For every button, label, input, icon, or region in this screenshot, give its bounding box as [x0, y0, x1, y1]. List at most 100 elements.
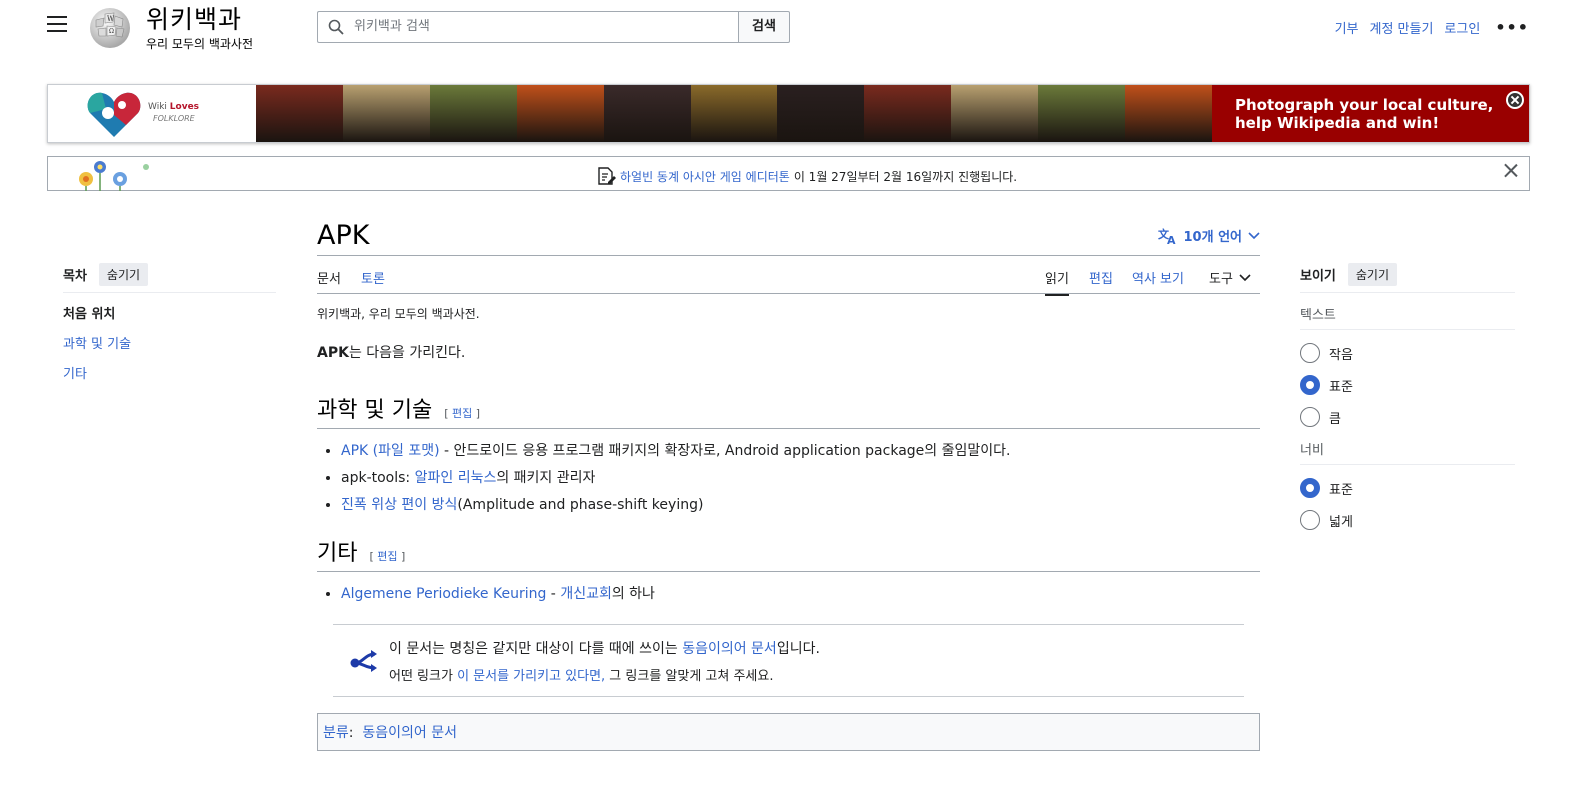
list-item: APK (파일 포맷) - 안드로이드 응용 프로그램 패키지의 확장자로, A… [341, 438, 1260, 465]
page-title: APK [317, 220, 370, 251]
tab-tools[interactable]: 도구 [1209, 268, 1251, 287]
section-heading-science-tech: 과학 및 기술 [ 편집 ] [317, 392, 1260, 429]
toc-title: 목차 [63, 268, 87, 284]
table-of-contents: 목차 숨기기 처음 위치 과학 및 기술 기타 [63, 262, 276, 393]
site-header: W Ω 위키백과 우리 모두의 백과사전 위키백과 검색 검색 기부 계정 만들… [0, 0, 1577, 56]
list-item: 진폭 위상 편이 방식(Amplitude and phase-shift ke… [341, 492, 1260, 519]
list-item: Algemene Periodieke Keuring - 개신교회의 하나 [341, 581, 1260, 608]
banner-cta-line1: Photograph your local culture, [1235, 96, 1494, 114]
section-edit: [ 편집 ] [444, 407, 481, 420]
create-account-link[interactable]: 계정 만들기 [1369, 18, 1433, 37]
item-link[interactable]: 개신교회 [560, 586, 612, 602]
notice-link[interactable]: 하얼빈 동계 아시안 게임 에디터톤 [620, 168, 790, 185]
toc-item-science-tech[interactable]: 과학 및 기술 [63, 333, 276, 363]
banner-call-to-action[interactable]: Photograph your local culture, help Wiki… [1212, 85, 1529, 142]
site-tagline: 우리 모두의 백과사전 [146, 37, 253, 51]
toc-list: 처음 위치 과학 및 기술 기타 [63, 303, 276, 393]
search-icon [328, 19, 344, 35]
banner-photo [429, 85, 517, 142]
intro-text: 는 다음을 가리킨다. [348, 345, 466, 361]
wikipedia-globe-logo[interactable]: W Ω [86, 4, 136, 50]
radio-button-checked[interactable] [1300, 478, 1320, 498]
disambiguation-icon [350, 650, 377, 672]
section-edit-link[interactable]: 편집 [377, 550, 397, 563]
more-options-icon[interactable]: ••• [1495, 18, 1529, 37]
disambiguation-link[interactable]: 동음이의어 문서 [682, 641, 777, 657]
article-content: APK 文 A 10개 언어 문서 토론 읽기 편집 역사 보기 도구 위키백과… [317, 218, 1260, 751]
tab-article[interactable]: 문서 [317, 268, 341, 287]
section-heading-other: 기타 [ 편집 ] [317, 535, 1260, 572]
item-link[interactable]: 진폭 위상 편이 방식 [341, 497, 457, 513]
svg-text:Ω: Ω [109, 28, 114, 35]
banner-photo [516, 85, 604, 142]
radio-button[interactable] [1300, 407, 1320, 427]
other-list: Algemene Periodieke Keuring - 개신교회의 하나 [341, 581, 1260, 608]
banner-close-icon[interactable] [1506, 91, 1524, 109]
puzzle-heart-icon [87, 92, 141, 137]
appearance-panel: 보이기 숨기기 텍스트 작음 표준 큼 너비 표준 넓게 [1300, 262, 1515, 536]
item-text: - [546, 586, 561, 602]
category-links: 분류: 동음이의어 문서 [317, 713, 1260, 751]
svg-text:A: A [1167, 234, 1176, 245]
site-wordmark[interactable]: 위키백과 [146, 0, 242, 36]
text-size-small[interactable]: 작음 [1300, 337, 1515, 369]
appearance-header: 보이기 숨기기 [1300, 262, 1515, 293]
width-standard[interactable]: 표준 [1300, 472, 1515, 504]
campaign-banner[interactable]: Wiki Loves FOLKLORE Photograph your loca… [47, 84, 1530, 143]
donate-link[interactable]: 기부 [1335, 18, 1359, 37]
language-button[interactable]: 文 A 10개 언어 [1158, 226, 1261, 245]
item-link[interactable]: Algemene Periodieke Keuring [341, 586, 546, 602]
text-size-large[interactable]: 큼 [1300, 401, 1515, 433]
radio-button[interactable] [1300, 510, 1320, 530]
toc-hide-button[interactable]: 숨기기 [98, 262, 149, 286]
banner-photo [256, 85, 343, 142]
banner-photo [342, 85, 430, 142]
category-link[interactable]: 동음이의어 문서 [362, 725, 457, 741]
what-links-here-link[interactable]: 이 문서를 가리키고 있다면, [457, 669, 605, 684]
width-wide[interactable]: 넓게 [1300, 504, 1515, 536]
disambiguation-line1: 이 문서는 명칭은 같지만 대상이 다를 때에 쓰이는 동음이의어 문서입니다. [389, 641, 820, 657]
banner-photo-strip [256, 85, 1212, 142]
banner-logo-text: Wiki Loves FOLKLORE [148, 102, 200, 123]
notice-close-icon[interactable] [1503, 162, 1519, 178]
toc-item-other[interactable]: 기타 [63, 363, 276, 393]
edit-document-icon [598, 167, 616, 185]
item-link[interactable]: APK (파일 포맷) [341, 443, 440, 459]
text-size-label: 텍스트 [1300, 304, 1515, 330]
notice-message: 하얼빈 동계 아시안 게임 에디터톤 이 1월 27일부터 2월 16일까지 진행… [596, 166, 1017, 186]
tab-edit[interactable]: 편집 [1089, 268, 1113, 287]
flowers-decoration-icon [79, 161, 149, 191]
width-options: 표준 넓게 [1300, 472, 1515, 536]
site-notice: 하얼빈 동계 아시안 게임 에디터톤 이 1월 27일부터 2월 16일까지 진행… [47, 156, 1530, 191]
section-edit-link[interactable]: 편집 [452, 407, 472, 420]
tab-read[interactable]: 읽기 [1045, 268, 1069, 296]
user-links: 기부 계정 만들기 로그인 ••• [1335, 18, 1529, 37]
chevron-down-icon [1239, 273, 1251, 281]
tab-history[interactable]: 역사 보기 [1132, 268, 1184, 287]
radio-button[interactable] [1300, 343, 1320, 363]
section-title: 기타 [317, 541, 358, 566]
search-input[interactable]: 위키백과 검색 [317, 11, 738, 43]
login-link[interactable]: 로그인 [1444, 18, 1480, 37]
radio-button-checked[interactable] [1300, 375, 1320, 395]
categories-label[interactable]: 분류 [323, 725, 349, 741]
toc-header: 목차 숨기기 [63, 262, 276, 293]
item-link[interactable]: 알파인 리눅스 [415, 470, 497, 486]
main-menu-icon[interactable] [47, 16, 67, 34]
appearance-hide-button[interactable]: 숨기기 [1347, 262, 1398, 286]
section-title: 과학 및 기술 [317, 398, 433, 423]
banner-photo [690, 85, 778, 142]
search-button[interactable]: 검색 [738, 11, 790, 43]
notice-text: 이 1월 27일부터 2월 16일까지 진행됩니다. [793, 169, 1018, 184]
tab-talk[interactable]: 토론 [361, 268, 385, 287]
search-placeholder: 위키백과 검색 [354, 19, 430, 34]
appearance-title: 보이기 [1300, 268, 1336, 284]
science-tech-list: APK (파일 포맷) - 안드로이드 응용 프로그램 패키지의 확장자로, A… [341, 438, 1260, 519]
text-size-standard[interactable]: 표준 [1300, 369, 1515, 401]
site-subtitle: 위키백과, 우리 모두의 백과사전. [317, 307, 480, 321]
toc-item-top[interactable]: 처음 위치 [63, 303, 276, 333]
svg-text:W: W [107, 15, 115, 23]
disambiguation-line2: 어떤 링크가 이 문서를 가리키고 있다면, 그 링크를 알맞게 고쳐 주세요. [389, 669, 774, 684]
banner-photo [1125, 85, 1212, 142]
banner-logo: Wiki Loves FOLKLORE [48, 85, 256, 142]
